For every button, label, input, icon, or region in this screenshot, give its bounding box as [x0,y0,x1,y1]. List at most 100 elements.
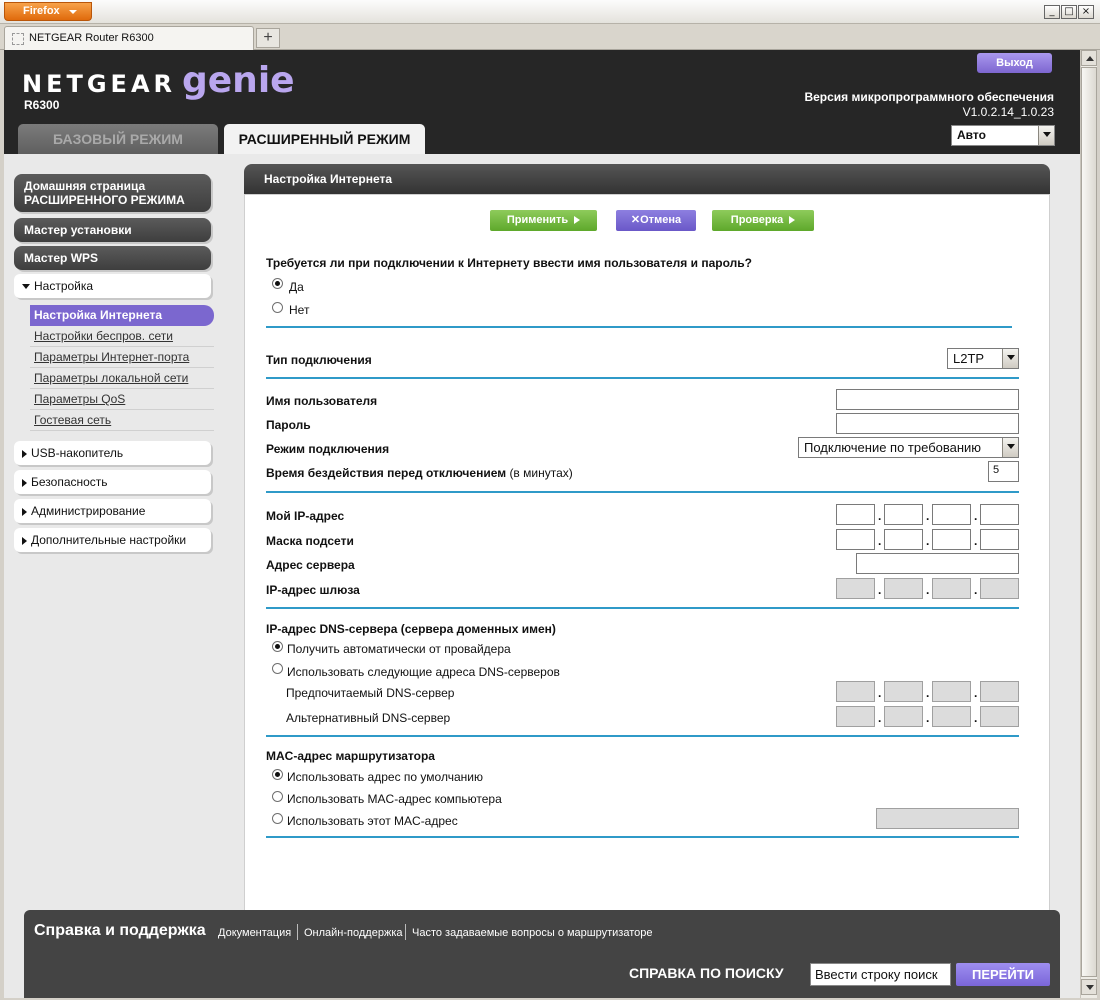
brand-name: NETGEAR [22,70,176,98]
maximize-button[interactable]: □ [1061,5,1077,19]
ip-octet-input[interactable] [836,504,875,525]
divider [266,326,1012,328]
search-go-button[interactable]: ПЕРЕЙТИ [956,963,1050,986]
sidebar-subitem-internet-setup[interactable]: Настройка Интернета [30,305,214,326]
octet-separator: . [878,509,882,523]
conn-type-value: L2TP [953,351,985,366]
page-header: NETGEAR genie R6300 Выход Версия микропро… [4,50,1080,154]
radio-mac-this[interactable] [272,813,283,824]
tab-advanced-mode[interactable]: РАСШИРЕННЫЙ РЕЖИМ [224,124,425,154]
sidebar-item-setup-wizard[interactable]: Мастер установки [14,218,211,242]
radio-mac-default[interactable] [272,769,283,780]
sidebar-item-home[interactable]: Домашняя страница РАСШИРЕННОГО РЕЖИМА [14,174,211,212]
scroll-down-button[interactable] [1081,979,1097,995]
sidebar-item-wps-wizard[interactable]: Мастер WPS [14,246,211,270]
subnet-octet-input[interactable] [884,529,923,550]
idle-timeout-input[interactable]: 5 [988,461,1019,482]
tab-basic-mode[interactable]: БАЗОВЫЙ РЕЖИМ [18,124,218,154]
octet-separator: . [974,509,978,523]
radio-dns-auto[interactable] [272,641,283,652]
login-question: Требуется ли при подключении к Интернету… [266,256,752,270]
sidebar-item-label: Настройка [34,279,94,293]
sidebar-subitem-wan-port[interactable]: Параметры Интернет-порта [30,347,214,368]
dns2-octet-input [836,706,875,727]
netgear-genie-logo: NETGEAR genie [22,60,295,101]
sidebar-subitem-wireless[interactable]: Настройки беспров. сети [30,326,214,347]
username-input[interactable] [836,389,1019,410]
sidebar-subitem-lan[interactable]: Параметры локальной сети [30,368,214,389]
conn-type-label: Тип подключения [266,353,372,367]
sidebar-item-setup[interactable]: Настройка [14,274,211,298]
octet-separator: . [926,534,930,548]
octet-separator: . [974,534,978,548]
cancel-label: Отмена [640,214,682,226]
dns-primary-label: Предпочитаемый DNS-сервер [286,686,455,700]
gateway-octet-input [932,578,971,599]
logout-button[interactable]: Выход [977,53,1052,73]
scroll-up-button[interactable] [1081,50,1097,66]
dns1-octet-input [836,681,875,702]
brand-product: genie [182,60,295,101]
radio-mac-computer[interactable] [272,791,283,802]
sidebar-item-label: Дополнительные настройки [31,533,187,547]
subnet-octet-input[interactable] [932,529,971,550]
radio-dns-manual[interactable] [272,663,283,674]
gateway-label: IP-адрес шлюза [266,583,360,597]
ip-octet-input[interactable] [980,504,1019,525]
caret-right-icon [22,478,27,487]
apply-button[interactable]: Применить [490,210,597,231]
divider [266,491,1019,493]
password-input[interactable] [836,413,1019,434]
play-arrow-icon [574,216,581,225]
link-separator [297,924,298,940]
username-label: Имя пользователя [266,394,378,408]
cancel-button[interactable]: ✕Отмена [616,210,696,231]
conn-mode-value: Подключение по требованию [804,440,982,455]
firefox-menu-button[interactable]: Firefox [4,2,92,21]
dns2-octet-input [884,706,923,727]
dns-manual-label: Использовать следующие адреса DNS-сервер… [287,665,560,679]
octet-separator: . [926,686,930,700]
conn-type-select[interactable]: L2TP [947,348,1019,369]
help-footer: Справка и поддержка Документация Онлайн-… [24,910,1060,998]
divider [266,735,1019,737]
sidebar-item-usb[interactable]: USB-накопитель [14,441,211,465]
language-value: Авто [957,128,986,142]
close-window-button[interactable]: × [1078,5,1094,19]
gateway-octet-input [836,578,875,599]
conn-mode-select[interactable]: Подключение по требованию [798,437,1019,458]
link-online-support[interactable]: Онлайн-поддержка [304,927,402,939]
radio-login-no[interactable] [272,302,283,313]
ip-octet-input[interactable] [932,504,971,525]
new-tab-button[interactable]: + [256,28,280,48]
search-input[interactable]: Ввести строку поиск [810,963,951,986]
gateway-octet-input [980,578,1019,599]
link-faq[interactable]: Часто задаваемые вопросы о маршрутизатор… [412,927,653,939]
scrollbar-thumb[interactable] [1081,67,1097,977]
mac-this-label: Использовать этот MAC-адрес [287,814,458,828]
test-label: Проверка [730,214,784,226]
radio-login-yes[interactable] [272,278,283,289]
sidebar-item-admin[interactable]: Администрирование [14,499,211,523]
server-address-input[interactable] [856,553,1019,574]
arrow-up-icon [1086,56,1094,61]
test-button[interactable]: Проверка [712,210,814,231]
sidebar-subitem-guest[interactable]: Гостевая сеть [30,410,214,431]
sidebar-item-label: Администрирование [31,504,146,518]
subnet-octet-input[interactable] [836,529,875,550]
vertical-scrollbar[interactable] [1080,50,1097,998]
page-title: Настройка Интернета [244,164,1050,194]
ip-octet-input[interactable] [884,504,923,525]
minimize-button[interactable]: _ [1044,5,1060,19]
subnet-octet-input[interactable] [980,529,1019,550]
subnet-label: Маска подсети [266,534,354,548]
sidebar-item-advanced[interactable]: Дополнительные настройки [14,528,211,552]
language-select[interactable]: Авто [951,125,1055,146]
firmware-label: Версия микропрограммного обеспечения [804,90,1054,104]
link-documentation[interactable]: Документация [218,927,291,939]
browser-tab[interactable]: NETGEAR Router R6300 [4,26,254,50]
sidebar-item-security[interactable]: Безопасность [14,470,211,494]
sidebar-subitem-qos[interactable]: Параметры QoS [30,389,214,410]
divider [266,377,1019,379]
gateway-octet-input [884,578,923,599]
